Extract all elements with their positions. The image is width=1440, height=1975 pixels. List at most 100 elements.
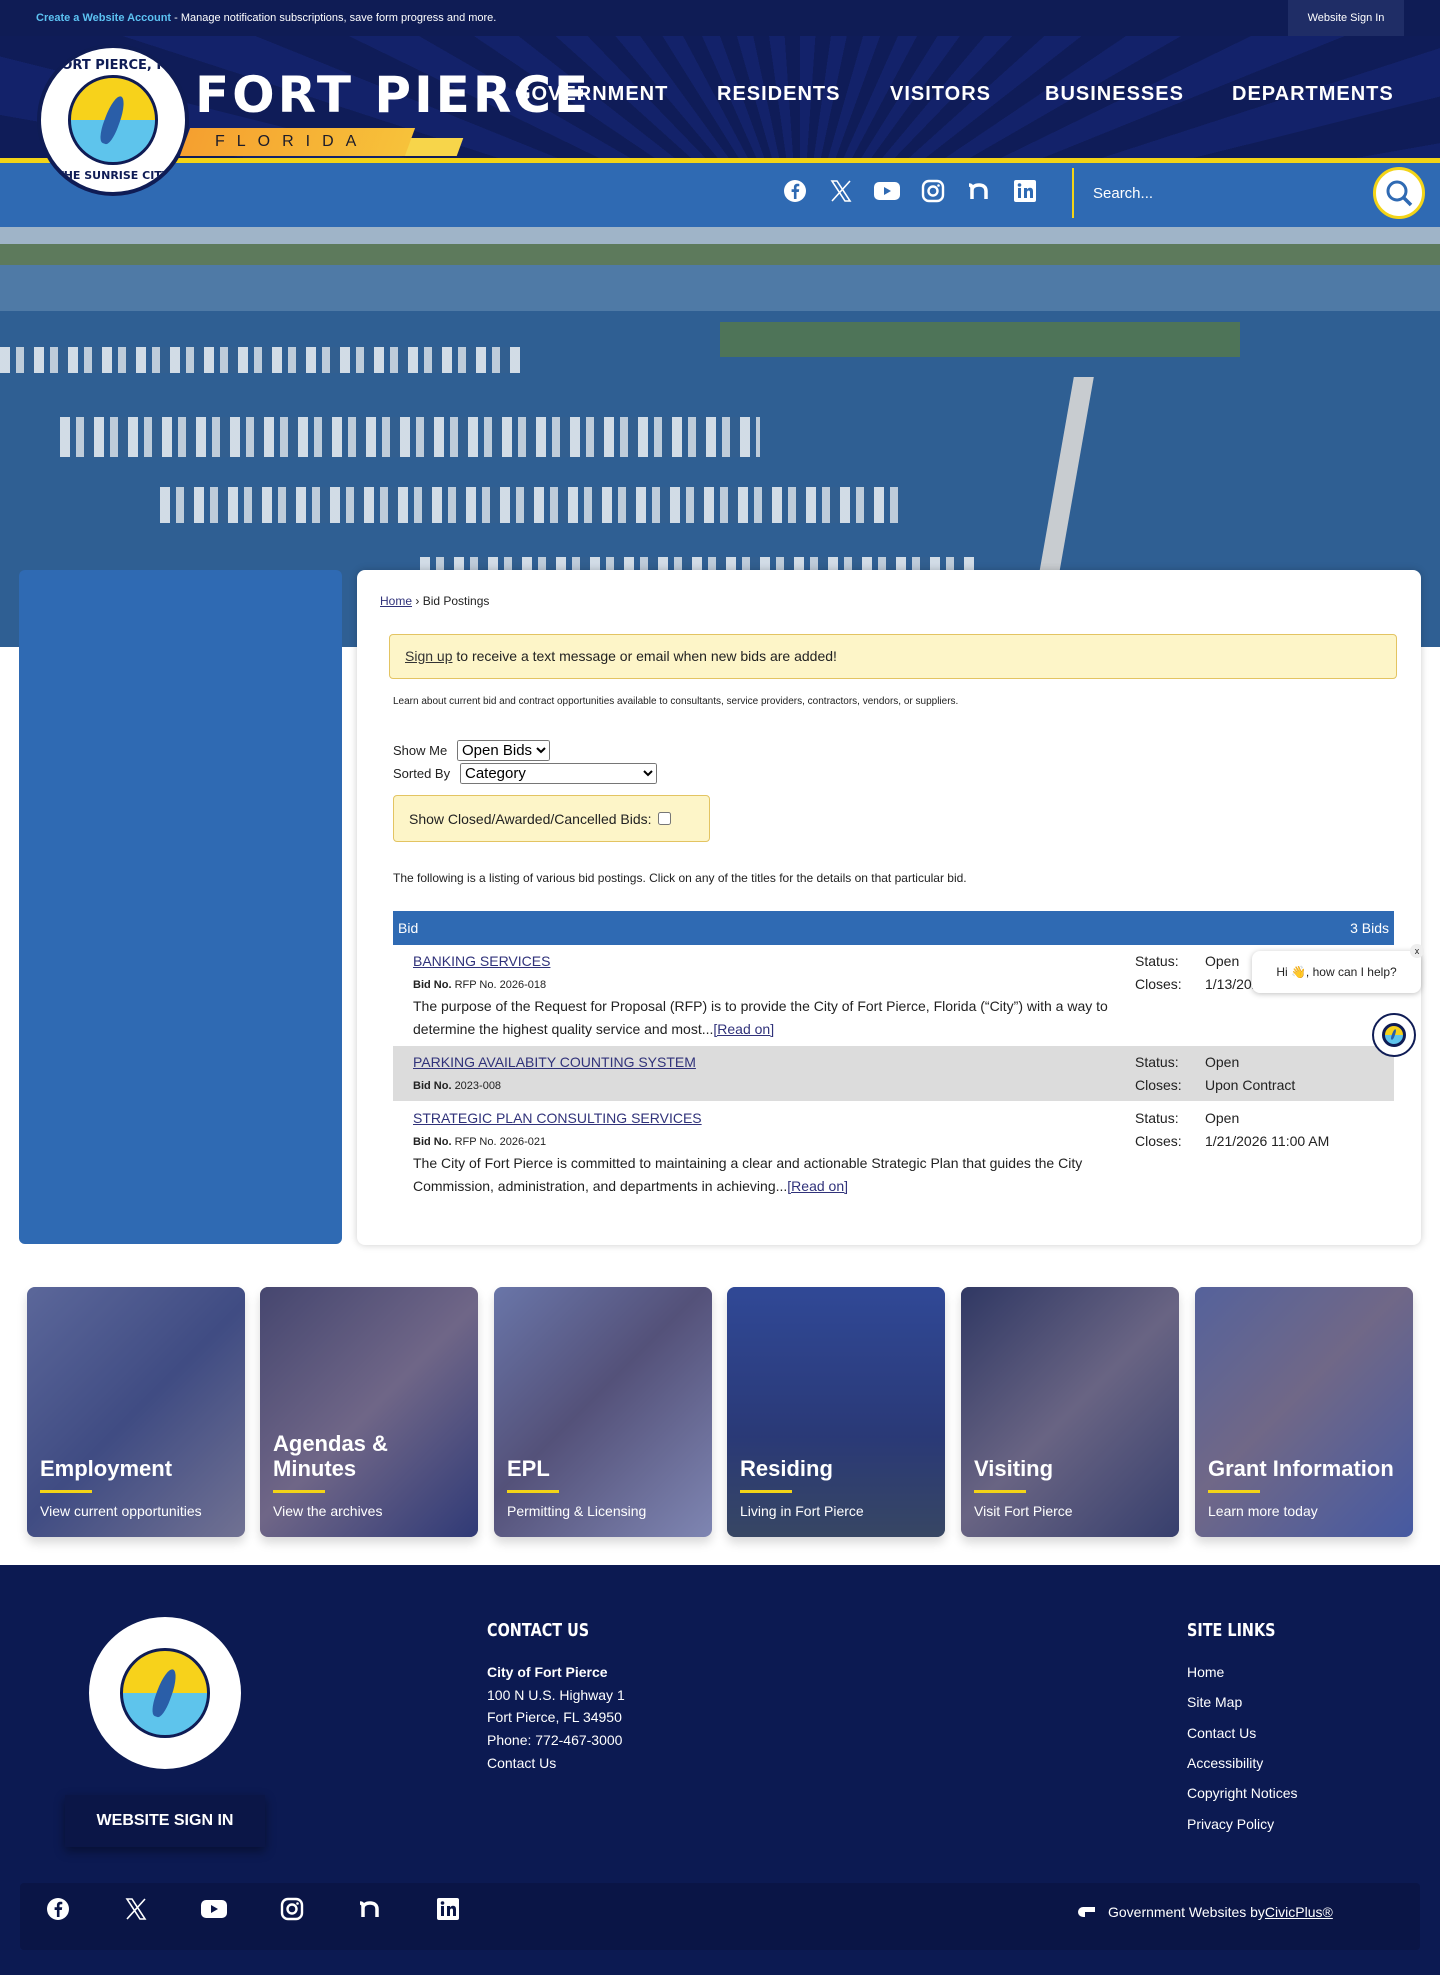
city-logo[interactable]: FORT PIERCE, FL THE SUNRISE CITY (37, 44, 189, 196)
account-message: Create a Website Account - Manage notifi… (36, 12, 496, 24)
bid-number: Bid No. RFP No. 2026-021 (413, 1136, 547, 1148)
listing-text: The following is a listing of various bi… (393, 871, 967, 885)
closed-bids-checkbox[interactable] (657, 812, 671, 825)
footer-link-home[interactable]: Home (1187, 1664, 1224, 1680)
footer-social-links (45, 1896, 461, 1922)
status-label: Status: (1135, 1110, 1179, 1126)
nav-visitors[interactable]: VISITORS (890, 83, 991, 106)
breadcrumb: Home › Bid Postings (380, 594, 489, 608)
closes-value: 1/21/2026 11:00 AM (1205, 1133, 1330, 1149)
instagram-icon[interactable] (279, 1896, 305, 1922)
nav-government[interactable]: GOVERNMENT (515, 83, 668, 106)
closed-bids-label: Show Closed/Awarded/Cancelled Bids: (409, 810, 652, 827)
search-divider (1072, 168, 1074, 218)
chat-bubble[interactable]: Hi 👋, how can I help? (1252, 951, 1421, 993)
search-icon (1386, 180, 1413, 207)
search-input[interactable] (1093, 172, 1373, 214)
site-subtitle: FLORIDA (179, 128, 416, 156)
bid-description: The City of Fort Pierce is committed to … (413, 1155, 1083, 1194)
site-links-heading: SITE LINKS (1187, 1620, 1276, 1641)
card-agendas-minutes[interactable]: Agendas & Minutes View the archives (260, 1287, 478, 1537)
nav-residents[interactable]: RESIDENTS (717, 83, 840, 106)
signup-text: to receive a text message or email when … (452, 648, 837, 664)
facebook-icon[interactable] (782, 178, 808, 204)
top-bar: Create a Website Account - Manage notifi… (0, 0, 1440, 36)
show-me-label: Show Me (393, 743, 448, 758)
sidebar (19, 570, 342, 1244)
card-epl[interactable]: EPL Permitting & Licensing (494, 1287, 712, 1537)
sign-up-link[interactable]: Sign up (405, 648, 452, 664)
signup-notice: Sign up to receive a text message or ema… (389, 634, 1397, 679)
youtube-icon[interactable] (874, 178, 900, 204)
bid-number: Bid No. RFP No. 2026-018 (413, 979, 547, 991)
card-visiting[interactable]: Visiting Visit Fort Pierce (961, 1287, 1179, 1537)
footer-logo[interactable] (89, 1617, 241, 1769)
contact-us-link[interactable]: Contact Us (487, 1755, 556, 1771)
contact-name: City of Fort Pierce (487, 1664, 608, 1680)
bid-number: Bid No. 2023-008 (413, 1080, 502, 1092)
nav-departments[interactable]: DEPARTMENTS (1232, 83, 1394, 106)
youtube-icon[interactable] (201, 1896, 227, 1922)
card-grant-information[interactable]: Grant Information Learn more today (1195, 1287, 1413, 1537)
breadcrumb-current: Bid Postings (422, 594, 490, 608)
contact-phone: Phone: 772-467-3000 (487, 1732, 623, 1748)
breadcrumb-separator: › (412, 594, 423, 608)
closes-label: Closes: (1135, 1077, 1182, 1093)
read-on-link[interactable]: [Read on] (787, 1178, 848, 1194)
footer-sign-in-button[interactable]: WEBSITE SIGN IN (65, 1795, 265, 1847)
x-icon[interactable] (123, 1896, 149, 1922)
footer-link-privacy[interactable]: Privacy Policy (1187, 1816, 1274, 1832)
contact-heading: CONTACT US (487, 1620, 590, 1641)
bid-column-header: Bid (398, 920, 419, 936)
create-account-link[interactable]: Create a Website Account (36, 12, 171, 24)
banner-accent (401, 138, 464, 156)
footer-link-accessibility[interactable]: Accessibility (1187, 1755, 1263, 1771)
status-value: Open (1205, 953, 1240, 969)
facebook-icon[interactable] (45, 1896, 71, 1922)
bid-table-header: Bid 3 Bids (393, 911, 1394, 945)
linkedin-icon[interactable] (1012, 178, 1038, 204)
bid-count: 3 Bids (1350, 920, 1389, 936)
closes-value: Upon Contract (1205, 1077, 1296, 1093)
breadcrumb-home[interactable]: Home (380, 594, 412, 608)
bid-row: PARKING AVAILABITY COUNTING SYSTEM Bid N… (393, 1046, 1394, 1101)
civicplus-link[interactable]: CivicPlus® (1265, 1904, 1333, 1920)
civicplus-icon (1078, 1907, 1095, 1917)
logo-text-bottom: THE SUNRISE CITY (56, 169, 170, 182)
sorted-by-select[interactable]: Category (460, 763, 657, 784)
read-on-link[interactable]: [Read on] (713, 1021, 774, 1037)
sorted-by-label: Sorted By (393, 766, 451, 781)
nav-businesses[interactable]: BUSINESSES (1045, 83, 1184, 106)
bid-description: The purpose of the Request for Proposal … (413, 998, 1108, 1037)
footer-link-copyright[interactable]: Copyright Notices (1187, 1785, 1298, 1801)
status-value: Open (1205, 1054, 1240, 1070)
instagram-icon[interactable] (920, 178, 946, 204)
nextdoor-icon[interactable] (966, 178, 992, 204)
account-message-text: - Manage notification subscriptions, sav… (171, 12, 497, 24)
card-employment[interactable]: Employment View current opportunities (27, 1287, 245, 1537)
closed-bids-filter: Show Closed/Awarded/Cancelled Bids: (393, 795, 710, 842)
bid-row: STRATEGIC PLAN CONSULTING SERVICES Bid N… (393, 1102, 1394, 1202)
bid-title-link[interactable]: STRATEGIC PLAN CONSULTING SERVICES (413, 1110, 702, 1126)
nextdoor-icon[interactable] (357, 1896, 383, 1922)
civicplus-credit: Government Websites by CivicPlus® (1076, 1904, 1333, 1920)
status-value: Open (1205, 1110, 1240, 1126)
chat-avatar[interactable] (1372, 1013, 1416, 1057)
credit-text: Government Websites by (1108, 1904, 1265, 1920)
card-residing[interactable]: Residing Living in Fort Pierce (727, 1287, 945, 1537)
closes-label: Closes: (1135, 1133, 1182, 1149)
x-icon[interactable] (828, 178, 854, 204)
bid-title-link[interactable]: BANKING SERVICES (413, 953, 550, 969)
footer-link-contact-us[interactable]: Contact Us (1187, 1725, 1256, 1741)
search-button[interactable] (1373, 167, 1425, 219)
social-links (782, 178, 1038, 204)
linkedin-icon[interactable] (435, 1896, 461, 1922)
show-me-select[interactable]: Open Bids (457, 740, 550, 761)
chat-close-button[interactable]: x (1410, 944, 1424, 958)
bid-title-link[interactable]: PARKING AVAILABITY COUNTING SYSTEM (413, 1054, 696, 1070)
status-label: Status: (1135, 953, 1179, 969)
contact-address-1: 100 N U.S. Highway 1 (487, 1687, 625, 1703)
website-sign-in-button[interactable]: Website Sign In (1288, 0, 1404, 36)
footer-link-site-map[interactable]: Site Map (1187, 1694, 1242, 1710)
bid-row: BANKING SERVICES Bid No. RFP No. 2026-01… (393, 945, 1394, 1046)
